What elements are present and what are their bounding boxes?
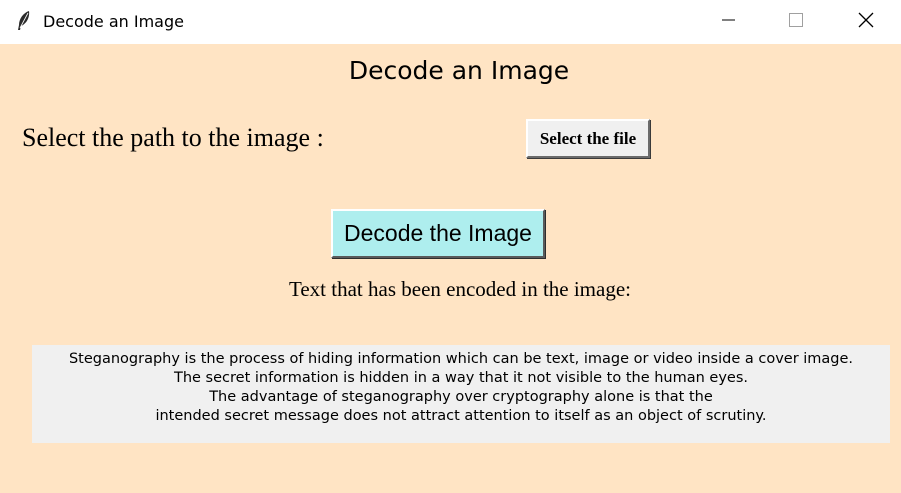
minimize-button[interactable]: [705, 0, 751, 44]
message-line: The secret information is hidden in a wa…: [173, 370, 748, 386]
message-line: The advantage of steganography over cryp…: [209, 389, 713, 405]
message-line: intended secret message does not attract…: [155, 408, 767, 424]
message-line: Steganography is the process of hiding i…: [68, 351, 854, 367]
maximize-icon: [788, 12, 804, 32]
decoded-message-box[interactable]: Steganography is the process of hiding i…: [32, 345, 890, 443]
minimize-icon: [720, 12, 736, 32]
title-bar[interactable]: Decode an Image: [0, 0, 901, 44]
window-title: Decode an Image: [43, 12, 184, 31]
select-file-button[interactable]: Select the file: [526, 119, 650, 158]
decode-image-button[interactable]: Decode the Image: [331, 209, 545, 258]
path-label: Select the path to the image :: [22, 123, 324, 152]
close-button[interactable]: [843, 0, 889, 44]
feather-icon: [16, 10, 32, 32]
maximize-button[interactable]: [773, 0, 819, 44]
page-heading: Decode an Image: [348, 56, 570, 85]
decode-image-window: Decode an Image Decode an Image Select t…: [0, 0, 901, 493]
close-icon: [857, 11, 875, 33]
encoded-text-label: Text that has been encoded in the image:: [289, 277, 631, 301]
